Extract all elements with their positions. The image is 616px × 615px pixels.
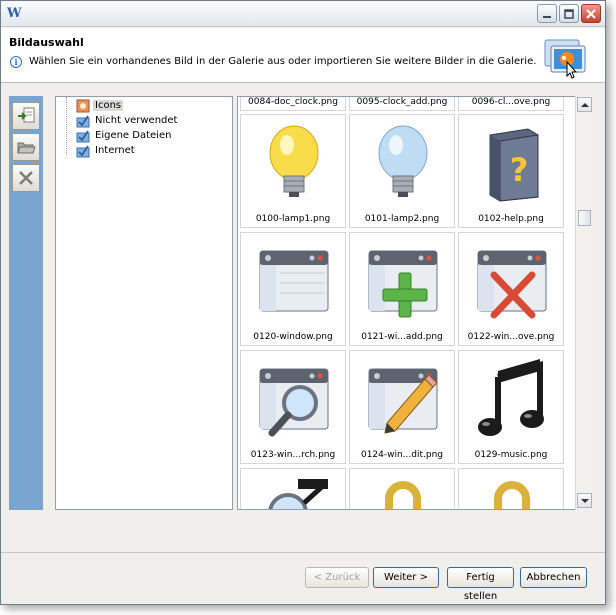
scroll-thumb[interactable]	[578, 210, 591, 226]
scroll-down-button[interactable]	[577, 493, 592, 508]
category-tree: Icons Nicht verwendet Eigene Dateien Int…	[55, 96, 233, 510]
search-partial-icon	[268, 479, 328, 509]
gallery-item[interactable]: 0120-window.png	[240, 232, 346, 346]
gallery-item[interactable]: 0101-lamp2.png	[349, 114, 455, 228]
window-controls	[537, 4, 601, 23]
gallery-item[interactable]: ? 0102-help.png	[458, 114, 564, 228]
footer-divider	[1, 552, 605, 553]
gallery-item[interactable]: 0100-lamp1.png	[240, 114, 346, 228]
page-title: Bildauswahl	[9, 36, 84, 49]
window-search-icon	[259, 368, 329, 437]
folder-icon	[17, 142, 36, 154]
gallery-item-caption: 0102-help.png	[478, 214, 544, 224]
gallery-item-caption: 0101-lamp2.png	[364, 214, 440, 224]
svg-text:?: ?	[510, 151, 529, 189]
tree-item-unused[interactable]: Nicht verwendet	[76, 113, 179, 128]
maximize-icon	[564, 8, 574, 19]
back-button[interactable]: < Zurück	[305, 567, 369, 588]
gallery-toolbar	[9, 96, 43, 510]
music-note-icon	[478, 359, 544, 436]
gallery-item[interactable]	[458, 468, 564, 509]
maximize-button[interactable]	[559, 4, 579, 23]
window-remove-icon	[477, 250, 547, 319]
page-description: Wählen Sie ein vorhandenes Bild in der G…	[29, 56, 537, 67]
gallery-item[interactable]: 0121-wi...add.png	[349, 232, 455, 346]
lightbulb-blue-icon	[378, 125, 428, 197]
tree-item-label: Nicht verwendet	[95, 115, 178, 126]
close-button[interactable]	[581, 4, 601, 23]
gallery-item-caption: 0120-window.png	[253, 332, 333, 342]
gallery-item-caption: 0121-wi...add.png	[361, 332, 443, 342]
gallery-item-caption: 0095-clock_add.png	[356, 97, 448, 107]
gallery-item-caption: 0124-win...dit.png	[360, 450, 444, 460]
window-add-icon	[368, 250, 438, 318]
gallery-item[interactable]: 0129-music.png	[458, 350, 564, 464]
folder-button[interactable]	[12, 133, 40, 161]
next-button[interactable]: Weiter >	[373, 567, 439, 588]
gallery-item-caption: 0096-cl...ove.png	[471, 97, 551, 107]
gallery-item[interactable]: 0124-win...dit.png	[349, 350, 455, 464]
tree-item-label: Internet	[95, 145, 135, 156]
image-gallery: 0084-doc_clock.png 0095-clock_add.png 00…	[237, 96, 592, 510]
tree-item-internet[interactable]: Internet	[76, 143, 137, 158]
gallery-item[interactable]: 0084-doc_clock.png	[240, 97, 346, 111]
gallery-item[interactable]: 0123-win...rch.png	[240, 350, 346, 464]
image-gallery-icon	[544, 39, 586, 79]
gallery-item-caption: 0129-music.png	[474, 450, 548, 460]
lightbulb-yellow-icon	[269, 125, 319, 197]
import-button[interactable]	[12, 102, 40, 130]
tree-item-label: Icons	[93, 100, 124, 111]
lock-icon	[494, 481, 530, 509]
window-icon	[259, 250, 329, 312]
minimize-button[interactable]	[537, 4, 557, 23]
title-bar[interactable]: W	[1, 1, 605, 27]
gallery-item[interactable]: 0095-clock_add.png	[349, 97, 455, 111]
wizard-header: Bildauswahl i Wählen Sie ein vorhandenes…	[1, 28, 605, 83]
gallery-item[interactable]	[240, 468, 346, 509]
gallery-item-caption: 0100-lamp1.png	[255, 214, 331, 224]
gallery-scrollbar[interactable]	[575, 96, 592, 510]
delete-button[interactable]	[12, 164, 40, 192]
info-icon: i	[10, 56, 22, 68]
check-folder-icon	[76, 145, 90, 157]
finish-button[interactable]: Fertig stellen	[447, 567, 514, 602]
delete-icon	[19, 171, 33, 185]
lock-icon	[385, 481, 421, 509]
gallery-item[interactable]: 0096-cl...ove.png	[458, 97, 564, 111]
chevron-down-icon	[580, 498, 589, 503]
tree-connector	[66, 97, 67, 155]
chevron-up-icon	[580, 102, 589, 107]
cancel-button[interactable]: Abbrechen	[520, 567, 587, 588]
check-folder-icon	[76, 130, 90, 142]
gallery-item-caption: 0122-win...ove.png	[467, 332, 555, 342]
gallery-item[interactable]	[349, 468, 455, 509]
close-icon	[586, 8, 596, 19]
image-selection-dialog: W Bildauswahl i Wählen Sie ein vorhanden…	[0, 0, 606, 605]
icons-folder-icon	[76, 99, 90, 112]
import-icon	[18, 107, 35, 123]
window-edit-icon	[368, 368, 438, 434]
check-folder-icon	[76, 115, 90, 127]
gallery-item-caption: 0084-doc_clock.png	[248, 97, 338, 107]
gallery-item-caption: 0123-win...rch.png	[250, 450, 336, 460]
tree-item-label: Eigene Dateien	[95, 130, 172, 141]
help-book-icon: ?	[489, 128, 539, 202]
tree-item-my-files[interactable]: Eigene Dateien	[76, 128, 173, 143]
minimize-icon	[543, 15, 551, 18]
app-logo-icon: W	[7, 6, 22, 21]
tree-item-icons[interactable]: Icons	[76, 98, 124, 113]
scroll-up-button[interactable]	[577, 97, 592, 112]
gallery-item[interactable]: 0122-win...ove.png	[458, 232, 564, 346]
